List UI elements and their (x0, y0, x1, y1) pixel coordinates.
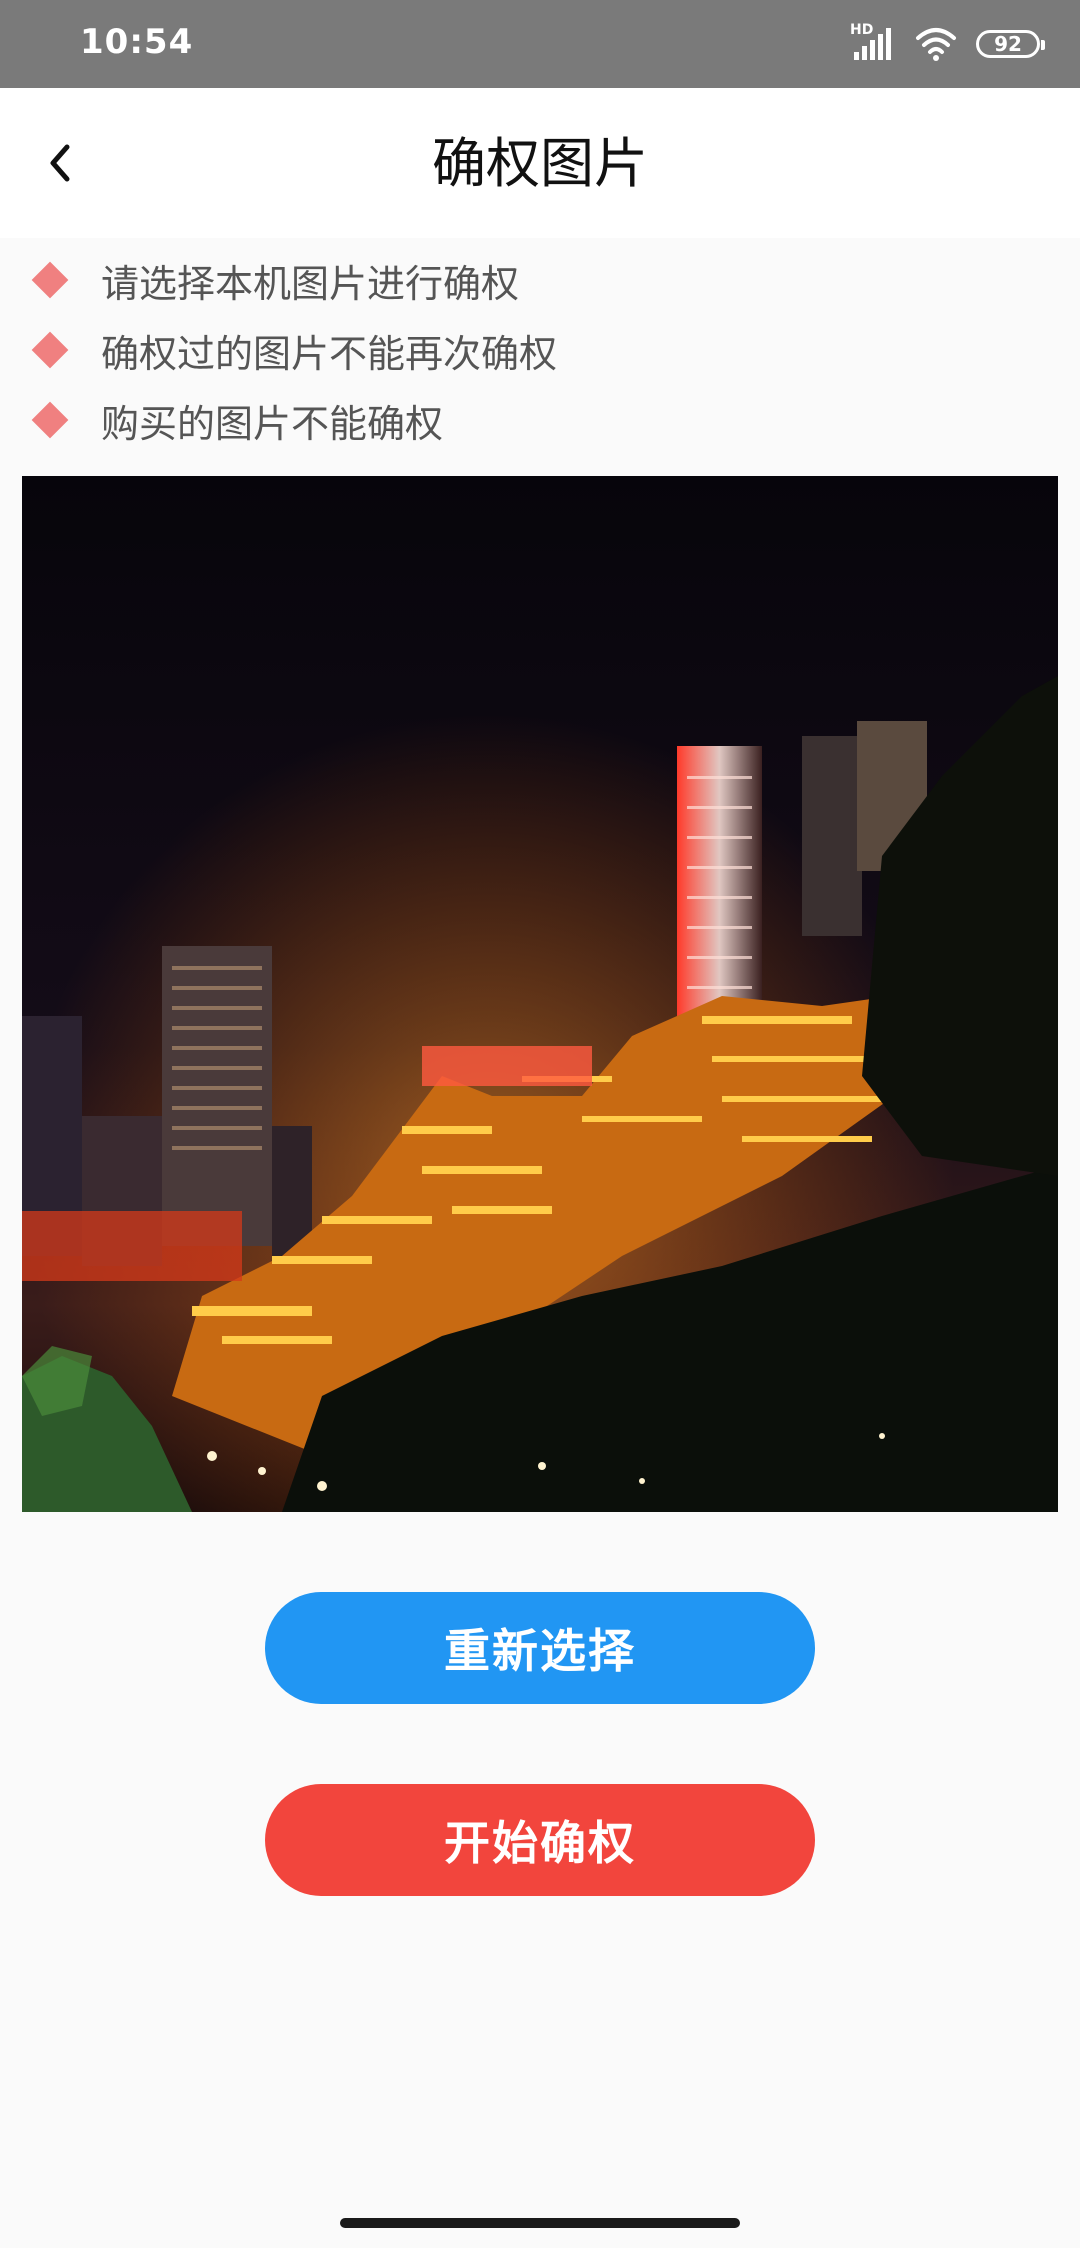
diamond-icon (31, 261, 69, 299)
wifi-icon (914, 26, 958, 62)
battery-icon: 92 (976, 30, 1045, 58)
notice-list: 请选择本机图片进行确权 确权过的图片不能再次确权 购买的图片不能确权 (30, 245, 1030, 455)
diamond-icon (31, 331, 69, 369)
page-title: 确权图片 (432, 132, 648, 195)
signal-icon: HD (850, 22, 896, 62)
notice-item: 确权过的图片不能再次确权 (30, 315, 1030, 385)
notice-text: 购买的图片不能确权 (101, 401, 444, 446)
notice-text: 确权过的图片不能再次确权 (101, 331, 558, 376)
notice-item: 请选择本机图片进行确权 (30, 245, 1030, 315)
status-time: 10:54 (80, 22, 194, 62)
reselect-button[interactable]: 重新选择 (265, 1592, 815, 1704)
home-indicator[interactable] (340, 2218, 740, 2228)
notice-text: 请选择本机图片进行确权 (101, 261, 520, 306)
status-icons: HD 92 (850, 22, 1045, 66)
notice-item: 购买的图片不能确权 (30, 385, 1030, 455)
selected-photo[interactable] (22, 476, 1058, 1512)
app-header: 确权图片 (0, 88, 1080, 238)
start-verification-button[interactable]: 开始确权 (265, 1784, 815, 1896)
battery-level: 92 (994, 32, 1022, 56)
diamond-icon (31, 401, 69, 439)
status-bar: 10:54 HD 92 (0, 0, 1080, 88)
